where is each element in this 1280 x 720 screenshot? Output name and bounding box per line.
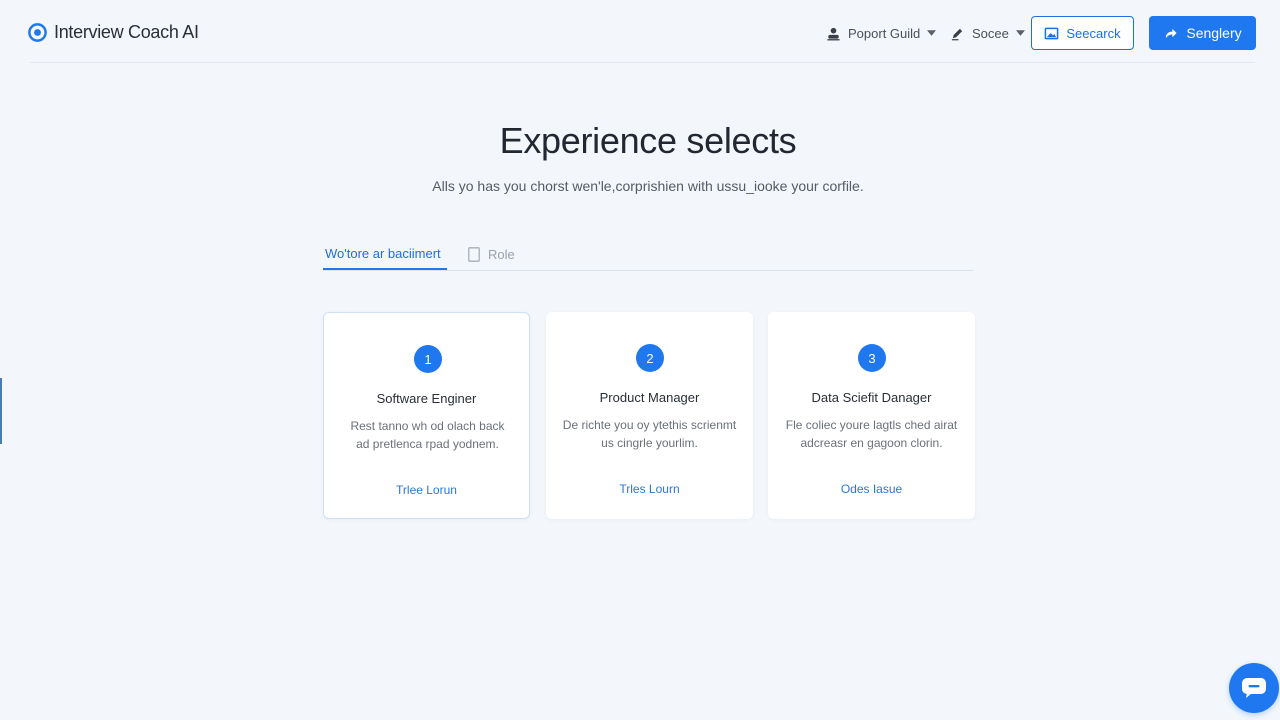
card-title: Product Manager <box>599 390 700 405</box>
brand-name: Interview Coach AI <box>54 21 199 42</box>
tab-role[interactable]: Role <box>468 238 515 270</box>
card-description: Rest tanno wh od olach back ad pretlenca… <box>336 417 519 453</box>
tab-label: Wo'tore ar baciimert <box>325 245 441 261</box>
left-edge-tab[interactable] <box>0 378 2 444</box>
card-description-line: ad pretlenca rpad yodnem. <box>356 437 499 451</box>
header-divider <box>30 62 1255 63</box>
top-bar: Interview Coach AI Poport Guild Socee Se… <box>0 0 1280 64</box>
step-number-badge: 2 <box>636 344 664 372</box>
chevron-down-icon <box>1015 30 1025 36</box>
image-icon <box>1045 27 1059 39</box>
senglery-button-label: Senglery <box>1186 25 1242 41</box>
card-description-line: De richte you oy ytethis scrienmt <box>562 418 737 432</box>
card-description-line: us cingrle yourlim. <box>601 436 698 450</box>
page-subtitle: Alls yo has you chorst wen'le,corprishie… <box>432 178 864 194</box>
chat-bubble-icon <box>1242 678 1266 698</box>
step-number-badge: 3 <box>858 344 886 372</box>
card-description: Fle coliec youre lagtls ched airat adcre… <box>780 416 963 452</box>
chevron-down-icon <box>927 30 937 36</box>
card-link[interactable]: Trlee Lorun <box>324 483 529 497</box>
page-title: Experience selects <box>499 120 797 161</box>
card-description-line: adcreasr en gagoon clorin. <box>800 436 943 450</box>
senglery-button[interactable]: Senglery <box>1149 16 1256 50</box>
card-link[interactable]: Trles Lourn <box>546 482 753 496</box>
card-description: De richte you oy ytethis scrienmt us cin… <box>558 416 741 452</box>
role-card-software-engineer[interactable]: 1 Software Enginer Rest tanno wh od olac… <box>323 312 530 519</box>
seecarck-button-label: Seecarck <box>1066 25 1121 41</box>
card-title: Data Sciefit Danager <box>811 390 932 405</box>
user-icon <box>827 27 840 40</box>
card-description-line: Fle coliec youre lagtls ched airat <box>785 418 958 432</box>
nav-dropdown-label: Socee <box>972 25 1009 41</box>
card-link[interactable]: Odes Iasue <box>768 482 975 496</box>
share-arrow-icon <box>1166 28 1177 38</box>
nav-dropdown-socee[interactable]: Socee <box>950 22 1025 44</box>
document-icon <box>468 246 480 262</box>
brand[interactable]: Interview Coach AI <box>27 20 199 44</box>
tab-experience[interactable]: Wo'tore ar baciimert <box>323 238 447 270</box>
pen-icon <box>951 28 963 40</box>
role-card-data-scientist[interactable]: 3 Data Sciefit Danager Fle coliec youre … <box>768 312 975 519</box>
tab-bar: Wo'tore ar baciimert Role <box>323 238 974 271</box>
seecarck-button[interactable]: Seecarck <box>1031 16 1134 50</box>
nav-dropdown-label: Poport Guild <box>848 25 921 41</box>
nav-dropdown-poport-guild[interactable]: Poport Guild <box>826 22 937 44</box>
brand-logo-icon <box>28 22 47 42</box>
tab-label: Role <box>488 246 515 262</box>
role-card-product-manager[interactable]: 2 Product Manager De richte you oy yteth… <box>546 312 753 519</box>
chat-button[interactable] <box>1229 663 1279 713</box>
step-number-badge: 1 <box>414 345 442 373</box>
card-title: Software Enginer <box>376 391 477 406</box>
card-description-line: Rest tanno wh od olach back <box>350 419 505 433</box>
